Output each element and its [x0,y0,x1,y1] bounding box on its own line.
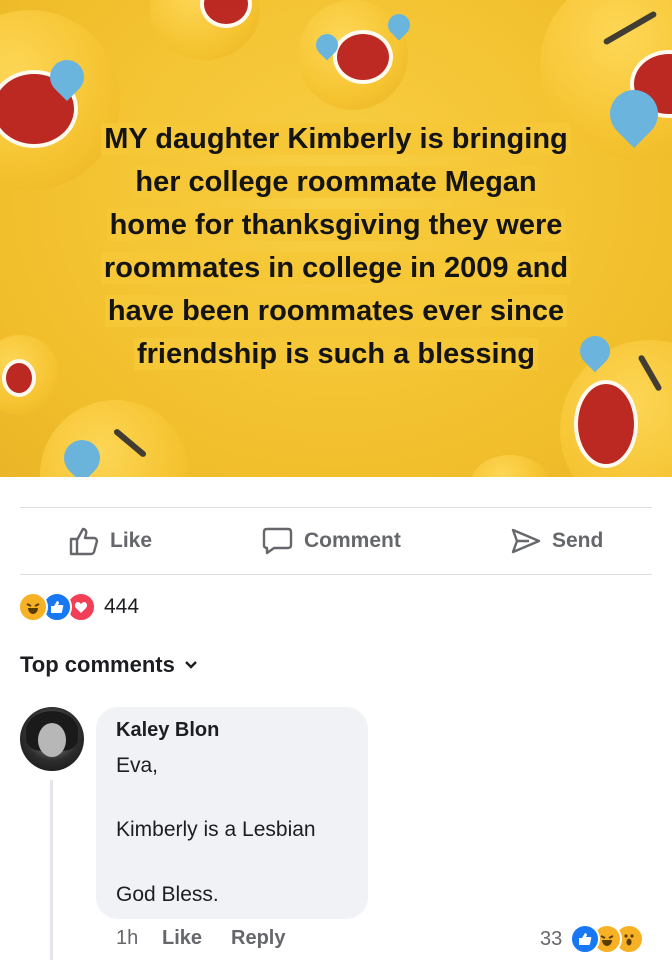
comment-timestamp: 1h [116,927,139,949]
laughing-emoji-icon [298,0,415,110]
comment-author[interactable]: Kaley Blon [116,719,219,742]
comment-icon [262,527,293,555]
thread-line [50,780,53,960]
post-text-line: have been roommates ever since [40,290,632,333]
comment-like-button[interactable]: Like [162,927,202,950]
send-button-label: Send [552,529,604,552]
comment-button[interactable]: Comment [262,508,401,574]
send-button[interactable]: Send [510,508,603,574]
like-icon [570,924,600,954]
like-button[interactable]: Like [68,508,152,574]
post-text-line: friendship is such a blessing [40,333,632,376]
comment-button-label: Comment [304,529,401,552]
post-image[interactable]: MY daughter Kimberly is bringing her col… [0,0,672,477]
comment-reply-button[interactable]: Reply [231,927,285,950]
post-text-line: home for thanksgiving they were [40,204,632,247]
post-action-bar: Like Comment Send [0,508,672,574]
reactions-summary[interactable]: 444 [18,590,139,624]
send-icon [511,528,541,554]
post-text: MY daughter Kimberly is bringing her col… [40,118,632,376]
top-comments-label: Top comments [20,652,175,677]
comment-text-line: Kimberly is a Lesbian [116,818,316,841]
like-button-label: Like [110,529,153,552]
top-comments-filter[interactable]: Top comments [20,652,199,678]
comment-text-line: Eva, [116,754,159,777]
divider [20,574,652,575]
haha-icon [18,592,48,622]
reaction-count: 444 [104,595,140,618]
post-text-line: MY daughter Kimberly is bringing [40,118,632,161]
post-text-line: her college roommate Megan [40,161,632,204]
avatar[interactable] [20,707,84,771]
comment-text-line: God Bless. [116,883,219,906]
post-text-line: roommates in college in 2009 and [40,247,632,290]
chevron-down-icon [184,661,197,669]
comment-reaction-count[interactable]: 33 [540,928,562,951]
thumbs-up-icon [69,527,99,556]
